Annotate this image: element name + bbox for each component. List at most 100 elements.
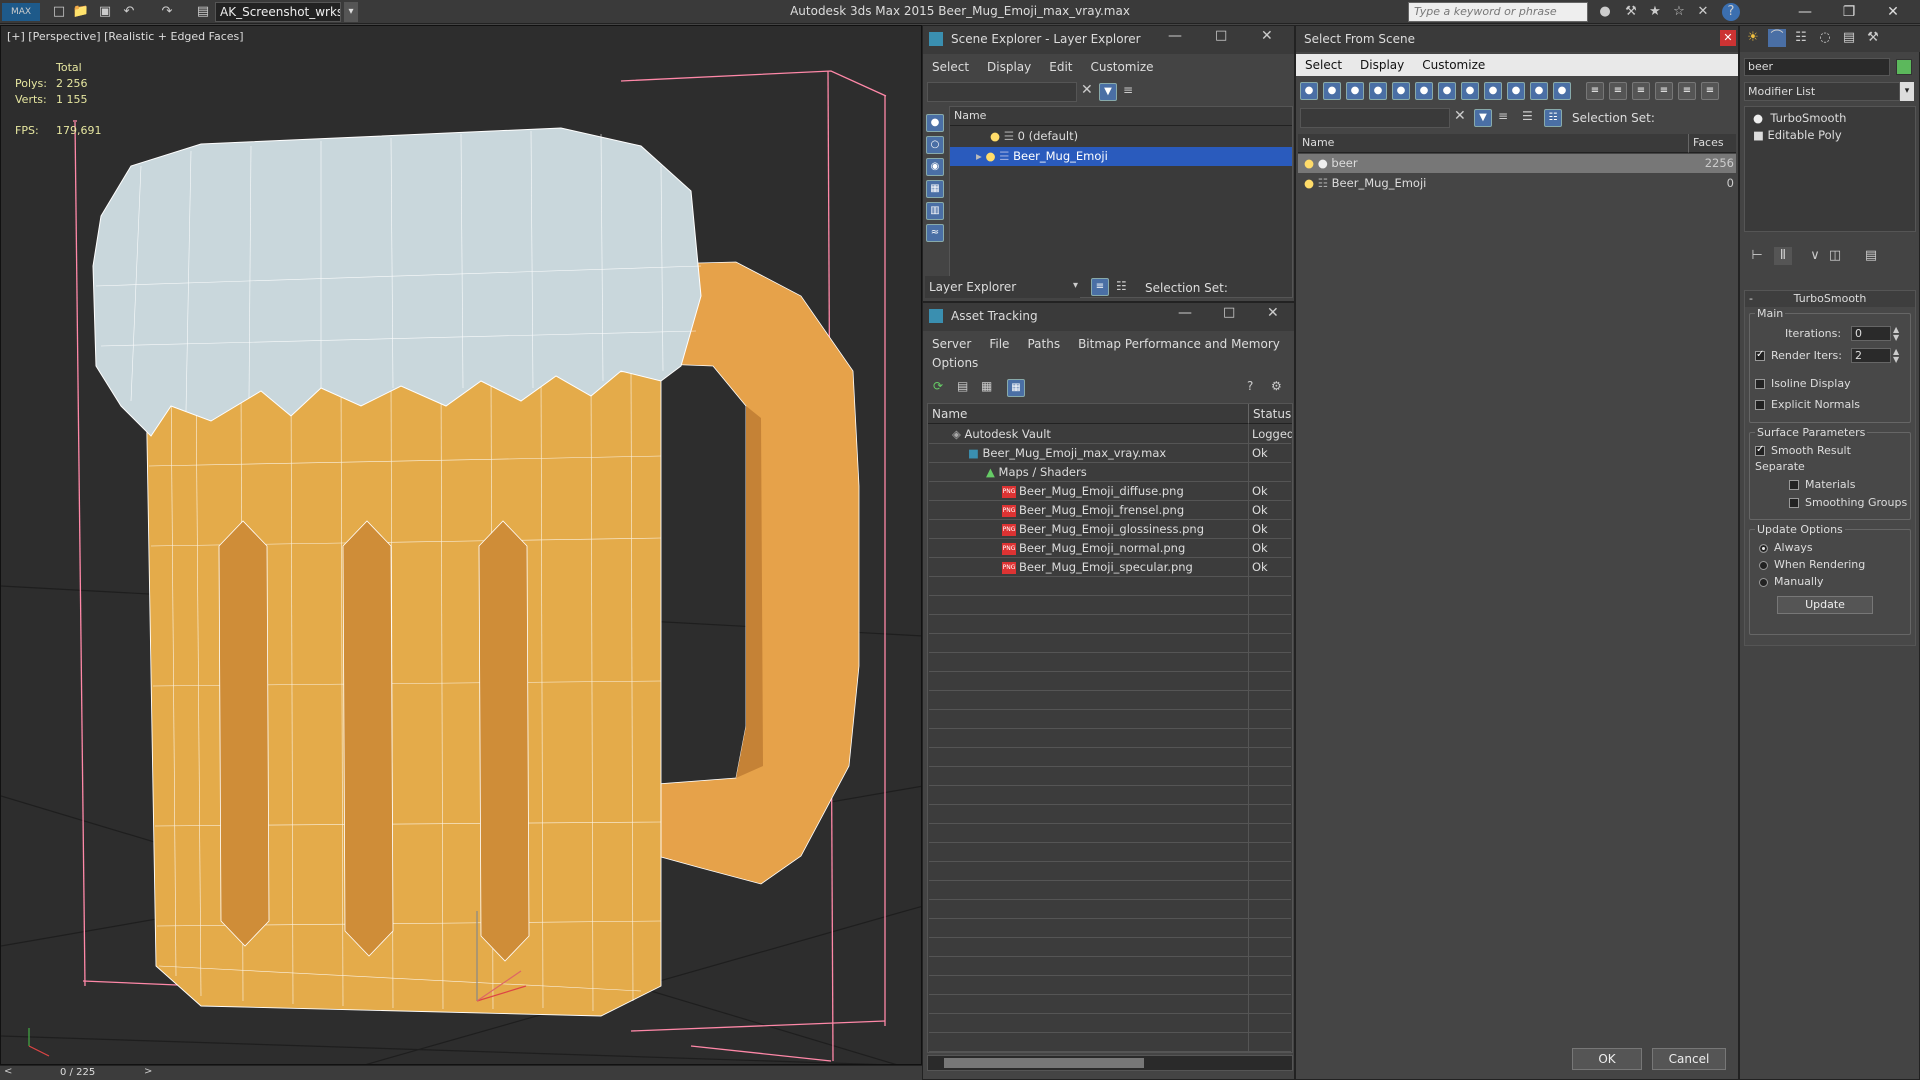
close-icon[interactable]: ✕ <box>1720 30 1736 46</box>
menu-select[interactable]: Select <box>923 56 978 78</box>
help-icon[interactable]: ? <box>1722 3 1740 21</box>
asset-row-frensel[interactable]: PNG Beer_Mug_Emoji_frensel.png <box>928 501 1292 520</box>
layer-filter-icon[interactable]: ≡ <box>1123 83 1133 97</box>
menu-options[interactable]: Options <box>923 352 987 374</box>
horizontal-scrollbar[interactable] <box>927 1055 1293 1071</box>
layers-icon[interactable]: ≡ <box>1091 278 1109 296</box>
clear-search-icon[interactable]: ✕ <box>1454 108 1466 124</box>
filter-frozen-icon[interactable]: ● <box>1530 82 1548 100</box>
filter-filter-icon[interactable]: ≡ <box>1655 82 1673 100</box>
redo-icon[interactable]: ↷ <box>158 3 176 21</box>
create-tab-icon[interactable]: ☀ <box>1744 29 1762 47</box>
asset-row-maxfile[interactable]: ■ Beer_Mug_Emoji_max_vray.max <box>928 444 1292 463</box>
name-column-header[interactable]: Name <box>1298 134 1688 153</box>
hierarchy-icon[interactable]: ☷ <box>1116 279 1127 293</box>
favorite-icon[interactable]: ☆ <box>1670 3 1688 21</box>
open-folder-icon[interactable]: 📁 <box>72 3 90 21</box>
filter-containers-icon[interactable]: ● <box>1507 82 1525 100</box>
object-color-swatch[interactable] <box>1896 59 1912 75</box>
restore-icon[interactable]: ❐ <box>1834 2 1864 22</box>
status-column-header[interactable]: Status <box>1248 404 1292 424</box>
search-input[interactable]: Type a keyword or phrase <box>1408 2 1588 22</box>
modify-tab-icon[interactable]: ⌒ <box>1768 29 1786 47</box>
perspective-viewport[interactable]: [+] [Perspective] [Realistic + Edged Fac… <box>0 25 922 1065</box>
refresh-icon[interactable]: ⟳ <box>933 379 943 393</box>
render-iters-checkbox[interactable] <box>1755 349 1765 361</box>
filter-hidden-icon[interactable]: ● <box>1553 82 1571 100</box>
layers-icon[interactable]: ☰ <box>1522 109 1533 123</box>
filter-helpers-icon[interactable]: ● <box>1392 82 1410 100</box>
cancel-button[interactable]: Cancel <box>1652 1048 1726 1070</box>
manually-radio[interactable] <box>1759 577 1768 587</box>
smooth-result-row[interactable]: Smooth Result <box>1755 444 1851 457</box>
maximize-icon[interactable]: □ <box>1215 28 1227 43</box>
filter-sort-icon[interactable]: ≡ <box>1678 82 1696 100</box>
scene-search-input[interactable] <box>927 82 1077 102</box>
name-column-header[interactable]: Name <box>928 404 1248 424</box>
filter-xrefs-icon[interactable]: ● <box>1461 82 1479 100</box>
time-slider[interactable]: < 0 / 225 > <box>0 1065 922 1080</box>
project-folder-icon[interactable]: ▤ <box>194 3 212 21</box>
chevron-down-icon[interactable]: ▾ <box>1900 82 1914 101</box>
minimize-icon[interactable]: — <box>1168 28 1182 44</box>
asset-row-normal[interactable]: PNG Beer_Mug_Emoji_normal.png <box>928 539 1292 558</box>
prev-frame-button[interactable]: < <box>4 1066 12 1077</box>
materials-row[interactable]: Materials <box>1789 478 1855 491</box>
list-view-icon[interactable]: ▤ <box>957 379 968 393</box>
maximize-icon[interactable]: □ <box>1223 305 1235 320</box>
modifier-stack-editable-poly[interactable]: ■ Editable Poly <box>1745 126 1915 145</box>
clear-search-icon[interactable]: ✕ <box>1081 82 1093 98</box>
asset-row-glossiness[interactable]: PNG Beer_Mug_Emoji_glossiness.png <box>928 520 1292 539</box>
filter-shapes-icon[interactable]: ● <box>1323 82 1341 100</box>
close-icon[interactable]: ✕ <box>1267 305 1279 321</box>
explicit-normals-checkbox[interactable] <box>1755 400 1765 410</box>
when-rendering-row[interactable]: When Rendering <box>1759 558 1865 571</box>
show-end-result-icon[interactable]: Ⅱ <box>1774 247 1792 265</box>
spinner-arrows-icon[interactable]: ▲ ▼ <box>1893 326 1899 342</box>
minimize-icon[interactable]: — <box>1790 2 1820 22</box>
menu-customize[interactable]: Customize <box>1082 56 1163 78</box>
new-file-icon[interactable]: □ <box>50 3 68 21</box>
configure-modifier-sets-icon[interactable]: ▤ <box>1862 247 1880 265</box>
object-row-beer-mug[interactable]: ● ☷ Beer_Mug_Emoji <box>1298 174 1736 193</box>
smoothing-groups-row[interactable]: Smoothing Groups <box>1789 496 1907 509</box>
undo-icon[interactable]: ↶ <box>120 3 138 21</box>
always-row[interactable]: Always <box>1759 541 1813 554</box>
viewport-label[interactable]: [+] [Perspective] [Realistic + Edged Fac… <box>7 30 244 43</box>
settings-icon[interactable]: ⚙ <box>1271 379 1282 393</box>
update-button[interactable]: Update <box>1777 596 1873 614</box>
manually-row[interactable]: Manually <box>1759 575 1824 588</box>
close-icon[interactable]: ✕ <box>1878 2 1908 22</box>
isoline-checkbox[interactable] <box>1755 379 1765 389</box>
materials-checkbox[interactable] <box>1789 480 1799 490</box>
filter-cameras-icon[interactable]: ● <box>1369 82 1387 100</box>
save-icon[interactable]: ▣ <box>96 3 114 21</box>
filter-select-all-icon[interactable]: ≡ <box>1586 82 1604 100</box>
smooth-result-checkbox[interactable] <box>1755 444 1765 456</box>
pin-stack-icon[interactable]: ⊢ <box>1748 247 1766 265</box>
layer-row-beer-mug[interactable]: ▸ ● ☰ Beer_Mug_Emoji <box>950 147 1292 166</box>
filter-select-none-icon[interactable]: ≡ <box>1609 82 1627 100</box>
name-column-header[interactable]: Name <box>950 107 1292 126</box>
make-unique-icon[interactable]: ∨ <box>1806 247 1824 265</box>
filter-bones-icon[interactable]: ● <box>1484 82 1502 100</box>
filter-spacewarps-icon[interactable]: ● <box>1415 82 1433 100</box>
hierarchy-icon[interactable]: ☷ <box>1544 109 1562 127</box>
remove-modifier-icon[interactable]: ◫ <box>1826 247 1844 265</box>
filter-geometry-icon[interactable]: ● <box>1300 82 1318 100</box>
tools-icon[interactable]: ⚒ <box>1622 3 1640 21</box>
faces-column-header[interactable]: Faces <box>1688 134 1736 153</box>
next-frame-button[interactable]: > <box>144 1066 152 1077</box>
table-view-icon[interactable]: ▦ <box>1007 379 1025 397</box>
hierarchy-tab-icon[interactable]: ☷ <box>1792 29 1810 47</box>
filter-collapse-icon[interactable]: ≡ <box>1701 82 1719 100</box>
spinner-arrows-icon[interactable]: ▲ ▼ <box>1893 348 1899 364</box>
asset-row-vault[interactable]: ◈ Autodesk Vault <box>928 425 1292 444</box>
modifier-list-dropdown[interactable]: Modifier List <box>1744 82 1900 101</box>
menu-customize[interactable]: Customize <box>1413 54 1494 76</box>
filter-icon[interactable]: ▼ <box>1474 109 1492 127</box>
display-tab-icon[interactable]: ▤ <box>1840 29 1858 47</box>
help-icon[interactable]: ? <box>1247 379 1253 393</box>
display-geometry-icon[interactable]: ● <box>926 114 944 132</box>
chevron-down-icon[interactable]: ▾ <box>344 2 358 22</box>
